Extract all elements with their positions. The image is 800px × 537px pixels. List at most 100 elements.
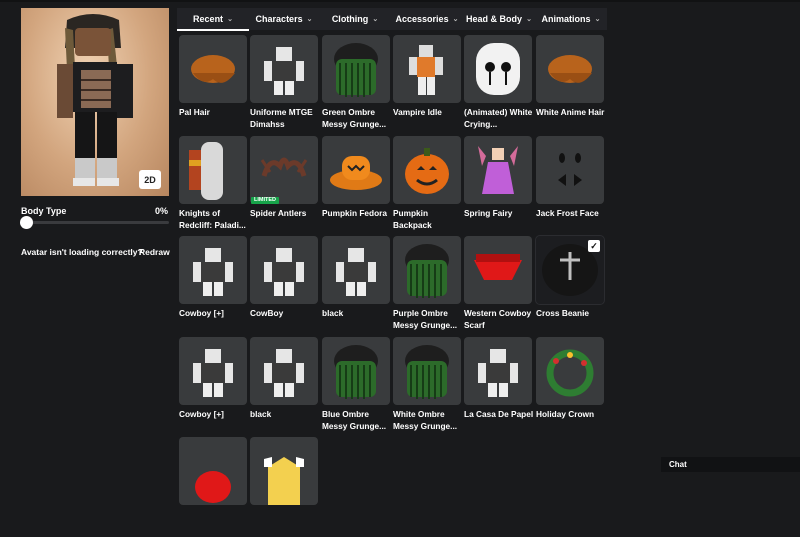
item-tile[interactable]: Vampire Idle [393,35,461,135]
item-name: Blue Ombre Messy Grunge... [322,409,387,431]
item-name: White Ombre Messy Grunge... [393,409,458,431]
item-tile[interactable]: black [322,236,390,336]
item-tile[interactable]: Pumpkin Backpack [393,136,461,236]
item-tile[interactable]: Jack Frost Face [536,136,604,236]
chat-tab[interactable]: Chat [661,457,800,472]
item-tile[interactable]: CowBoy [250,236,318,336]
tab-label: Animations [541,14,591,24]
item-thumbnail [179,236,247,304]
item-tile[interactable]: Spring Fairy [464,136,532,236]
item-thumbnail [464,35,532,103]
item-thumbnail [250,236,318,304]
item-thumbnail [250,35,318,103]
item-name: black [322,308,344,318]
item-tile[interactable] [179,437,247,537]
item-tile[interactable]: Green Ombre Messy Grunge... [322,35,390,135]
item-name: Purple Ombre Messy Grunge... [393,308,458,330]
item-thumbnail [464,337,532,405]
avatar-loading-message: Avatar isn't loading correctly? [21,247,143,257]
tab-label: Accessories [395,14,449,24]
item-tile[interactable]: Blue Ombre Messy Grunge... [322,337,390,437]
item-tile[interactable]: La Casa De Papel [464,337,534,437]
item-name: Uniforme MTGE Dimahss [250,107,313,129]
item-name: Green Ombre Messy Grunge... [322,107,387,129]
chevron-down-icon: ⌄ [306,16,313,23]
item-thumbnail [464,136,532,204]
item-name: Spring Fairy [464,208,513,218]
item-tile[interactable]: Western Cowboy Scarf [464,236,532,336]
avatar-figure [57,14,133,186]
item-name: La Casa De Papel [464,409,534,419]
limited-badge: LIMITED [251,197,279,204]
item-name: Knights of Redcliff: Paladi... [179,208,246,230]
tab-animations[interactable]: Animations ⌄ [535,8,607,30]
tab-head-and-body[interactable]: Head & Body ⌄ [463,8,535,30]
item-tile[interactable]: Cowboy [+] [179,236,247,336]
chevron-down-icon: ⌄ [594,16,601,23]
tab-recent[interactable]: Recent ⌄ [177,8,249,31]
item-tile[interactable]: (Animated) White Crying... [464,35,532,135]
chevron-down-icon: ⌄ [452,16,459,23]
item-tile[interactable]: White Ombre Messy Grunge... [393,337,461,437]
item-name: CowBoy [250,308,284,318]
item-tile[interactable]: White Anime Hair [536,35,604,135]
item-tile[interactable]: Uniforme MTGE Dimahss [250,35,318,135]
item-thumbnail [393,337,461,405]
body-type-slider-thumb[interactable] [20,216,33,229]
item-tile[interactable]: Pumpkin Fedora [322,136,390,236]
item-thumbnail [179,136,247,204]
body-type-label: Body Type [21,206,67,216]
item-name: Pumpkin Backpack [393,208,432,230]
item-name: Cowboy [+] [179,308,224,318]
item-thumbnail [322,236,390,304]
item-thumbnail [464,236,532,304]
item-name: black [250,409,272,419]
item-thumbnail [179,35,247,103]
toggle-2d-button[interactable]: 2D [139,170,161,189]
item-thumbnail [393,236,461,304]
item-thumbnail [322,35,390,103]
item-name: (Animated) White Crying... [464,107,533,129]
item-tile[interactable]: Purple Ombre Messy Grunge... [393,236,461,336]
item-name: Cowboy [+] [179,409,224,419]
tab-accessories[interactable]: Accessories ⌄ [391,8,463,30]
item-tile[interactable]: Holiday Crown [536,337,604,437]
item-name: Western Cowboy Scarf [464,308,532,330]
checkmark-icon: ✓ [588,240,600,252]
item-tile[interactable]: Cowboy [+] [179,337,247,437]
avatar-preview[interactable] [21,8,169,196]
item-thumbnail [179,337,247,405]
item-thumbnail [322,136,390,204]
item-name: Pumpkin Fedora [322,208,388,218]
item-name: Vampire Idle [393,107,442,117]
item-thumbnail [536,136,604,204]
chevron-down-icon: ⌄ [526,16,532,23]
redraw-link[interactable]: Redraw [139,247,170,257]
body-type-slider-track[interactable] [27,221,169,224]
item-name: Cross Beanie [536,308,590,318]
item-thumbnail [250,337,318,405]
tab-label: Recent [193,14,224,24]
item-tile[interactable]: LIMITED Spider Antlers [250,136,318,236]
item-name: Jack Frost Face [536,208,599,218]
item-name: Spider Antlers [250,208,307,218]
item-tile[interactable]: ✓ Cross Beanie [535,235,605,336]
item-thumbnail [179,437,247,505]
category-tabs: Recent ⌄ Characters ⌄ Clothing ⌄ Accessorie… [177,8,607,31]
tab-label: Characters [255,14,303,24]
tab-label: Head & Body [466,14,523,24]
item-thumbnail [536,337,604,405]
item-tile[interactable] [250,437,318,537]
item-name: White Anime Hair [536,107,605,117]
tab-clothing[interactable]: Clothing ⌄ [319,8,391,30]
body-type-value: 0% [155,206,169,216]
item-name: Pal Hair [179,107,210,117]
item-tile[interactable]: Pal Hair [179,35,247,135]
item-thumbnail [536,35,604,103]
top-divider [0,0,800,2]
item-tile[interactable]: black [250,337,318,437]
tab-characters[interactable]: Characters ⌄ [249,8,319,30]
item-thumbnail [322,337,390,405]
item-tile[interactable]: Knights of Redcliff: Paladi... [179,136,247,236]
item-name: Holiday Crown [536,409,595,419]
